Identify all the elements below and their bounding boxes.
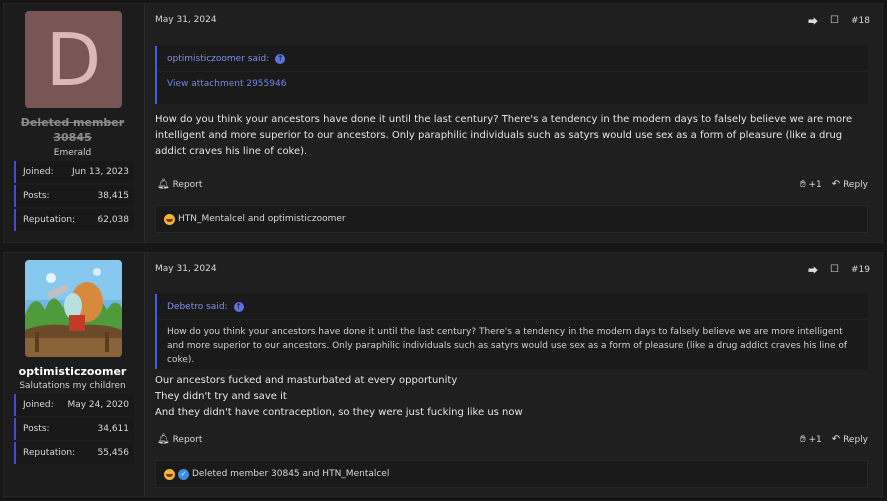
bookmark-icon[interactable]: ☐ <box>830 15 839 26</box>
share-icon[interactable]: ⮕ <box>808 13 818 28</box>
bell-icon: 🔔︎ <box>157 179 170 190</box>
user-info-panel: D Deleted member 30845 Emerald Joined: J… <box>4 4 141 242</box>
post-footer: 🔔︎ Report ✋︎ +1 ↶ Reply <box>157 434 868 445</box>
post-19: optimisticzoomer Salutations my children… <box>3 252 883 497</box>
user-info-panel: optimisticzoomer Salutations my children… <box>4 253 141 496</box>
stat-joined: Joined: Jun 13, 2023 <box>14 161 134 183</box>
reactions-list[interactable]: Deleted member 30845 and HTN_Mentalcel <box>192 469 389 479</box>
avatar[interactable] <box>25 260 122 357</box>
thumbs-up-icon: ✋︎ <box>799 434 806 445</box>
reply-button[interactable]: ↶ Reply <box>832 179 868 190</box>
post-content: May 31, 2024 ⮕ ☐ #18 optimisticzoomer sa… <box>144 4 882 242</box>
stat-reputation: Reputation: 62,038 <box>14 209 134 231</box>
reactions-list[interactable]: HTN_Mentalcel and optimisticzoomer <box>178 214 346 224</box>
reply-button[interactable]: ↶ Reply <box>832 434 868 445</box>
reactions-bar[interactable]: ✓ Deleted member 30845 and HTN_Mentalcel <box>155 460 868 488</box>
laugh-emoji-icon <box>164 468 175 480</box>
post-date[interactable]: May 31, 2024 <box>155 15 217 25</box>
laugh-emoji-icon <box>164 213 175 225</box>
quote-author[interactable]: optimisticzoomer said: <box>167 54 269 64</box>
stat-posts: Posts: 38,415 <box>14 185 134 207</box>
share-icon[interactable]: ⮕ <box>808 262 818 277</box>
quote-block: Debetro said: ↑ How do you think your an… <box>155 294 868 369</box>
user-title: Emerald <box>53 148 92 158</box>
post-actions: ⮕ ☐ #19 <box>808 262 870 277</box>
avatar-image <box>25 260 122 357</box>
arrow-up-icon[interactable]: ↑ <box>275 53 286 64</box>
like-button[interactable]: ✋︎ +1 <box>800 434 822 445</box>
avatar[interactable]: D <box>25 11 122 108</box>
bookmark-icon[interactable]: ☐ <box>830 264 839 275</box>
post-date[interactable]: May 31, 2024 <box>155 264 217 274</box>
quote-block: optimisticzoomer said: ↑ View attachment… <box>155 46 868 104</box>
stat-reputation: Reputation: 55,456 <box>14 442 134 464</box>
like-button[interactable]: ✋︎ +1 <box>800 179 822 190</box>
quote-header[interactable]: Debetro said: ↑ <box>157 294 868 320</box>
stat-joined: Joined: May 24, 2020 <box>14 394 134 416</box>
attachment-link[interactable]: View attachment 2955946 <box>167 79 286 89</box>
arrow-up-icon[interactable]: ↑ <box>233 301 244 312</box>
quote-author[interactable]: Debetro said: <box>167 302 228 312</box>
post-18: D Deleted member 30845 Emerald Joined: J… <box>3 3 883 243</box>
quote-body: View attachment 2955946 <box>157 72 868 96</box>
post-actions: ⮕ ☐ #18 <box>808 13 870 28</box>
username[interactable]: optimisticzoomer <box>4 364 141 379</box>
report-button[interactable]: 🔔︎ Report <box>157 434 202 445</box>
post-content: May 31, 2024 ⮕ ☐ #19 Debetro said: ↑ How… <box>144 253 882 496</box>
post-footer: 🔔︎ Report ✋︎ +1 ↶ Reply <box>157 179 868 190</box>
post-number[interactable]: #18 <box>851 16 870 26</box>
quote-body: How do you think your ancestors have don… <box>167 327 848 365</box>
user-stats: Joined: Jun 13, 2023 Posts: 38,415 Reput… <box>14 161 134 233</box>
thumbs-up-icon: ✋︎ <box>799 179 806 190</box>
user-title: Salutations my children <box>19 381 126 391</box>
quote-header[interactable]: optimisticzoomer said: ↑ <box>157 46 868 72</box>
like-emoji-icon: ✓ <box>178 468 189 480</box>
reply-icon: ↶ <box>831 179 841 190</box>
post-number[interactable]: #19 <box>851 265 870 275</box>
reply-icon: ↶ <box>831 434 841 445</box>
username: Deleted member 30845 <box>20 116 125 144</box>
message-body: How do you think your ancestors have don… <box>155 114 853 157</box>
bell-icon: 🔔︎ <box>157 434 170 445</box>
user-stats: Joined: May 24, 2020 Posts: 34,611 Reput… <box>14 394 134 466</box>
stat-posts: Posts: 34,611 <box>14 418 134 440</box>
message-body: Our ancestors fucked and masturbated at … <box>155 375 523 418</box>
report-button[interactable]: 🔔︎ Report <box>157 179 202 190</box>
reactions-bar[interactable]: HTN_Mentalcel and optimisticzoomer <box>155 205 868 233</box>
